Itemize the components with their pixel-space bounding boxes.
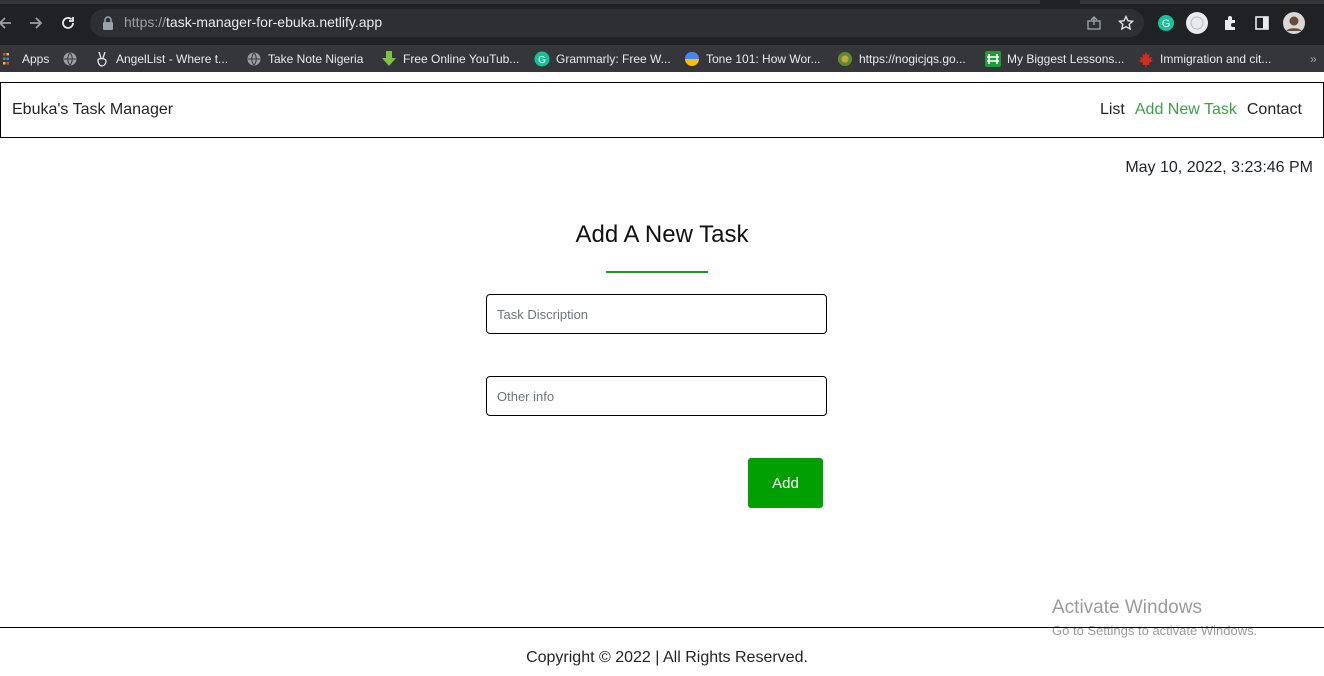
angellist-icon bbox=[94, 51, 110, 67]
other-info-input[interactable] bbox=[486, 376, 827, 416]
share-icon[interactable] bbox=[1083, 12, 1105, 34]
url-text[interactable]: https://task-manager-for-ebuka.netlify.a… bbox=[124, 14, 382, 30]
nav-link-list[interactable]: List bbox=[1100, 101, 1125, 119]
bookmark-angellist[interactable]: AngelList - Where t... bbox=[94, 45, 228, 72]
apps-grid-icon bbox=[0, 51, 16, 67]
brand-title[interactable]: Ebuka's Task Manager bbox=[12, 101, 173, 119]
grammarly-extension-icon[interactable]: G bbox=[1155, 12, 1177, 34]
bookmark-label: AngelList - Where t... bbox=[116, 51, 229, 66]
bookmark-take-note[interactable]: Take Note Nigeria bbox=[246, 45, 363, 72]
maple-leaf-icon bbox=[1138, 51, 1154, 67]
bookmark-biggest-lessons[interactable]: My Biggest Lessons... bbox=[985, 45, 1124, 72]
bookmarks-overflow-icon[interactable]: » bbox=[1310, 45, 1317, 72]
back-arrow-icon[interactable] bbox=[0, 12, 16, 34]
add-task-button[interactable]: Add bbox=[748, 458, 823, 508]
google-icon bbox=[684, 51, 700, 67]
forward-arrow-icon[interactable] bbox=[25, 12, 47, 34]
bookmark-label: My Biggest Lessons... bbox=[1007, 51, 1125, 66]
bookmark-immigration[interactable]: Immigration and cit... bbox=[1138, 45, 1271, 72]
watermark-subtitle: Go to Settings to activate Windows. bbox=[1052, 623, 1258, 638]
globe-icon bbox=[62, 51, 78, 67]
download-arrow-icon bbox=[381, 50, 397, 67]
bookmark-apps[interactable]: Apps bbox=[0, 45, 49, 72]
reload-icon[interactable] bbox=[57, 12, 79, 34]
svg-text:G: G bbox=[1162, 18, 1171, 30]
title-underline bbox=[606, 271, 708, 273]
url-host: task-manager-for-ebuka.netlify.app bbox=[166, 14, 383, 30]
crest-icon bbox=[837, 51, 853, 67]
bookmark-label: Tone 101: How Wor... bbox=[706, 51, 821, 66]
form-title: Add A New Task bbox=[575, 221, 749, 248]
watermark-title: Activate Windows bbox=[1052, 597, 1202, 618]
grammarly-icon: G bbox=[534, 51, 550, 67]
bookmark-label: Free Online YouTub... bbox=[403, 51, 520, 66]
task-description-input[interactable] bbox=[486, 294, 827, 334]
star-icon[interactable] bbox=[1115, 12, 1137, 34]
bookmark-tone-101[interactable]: Tone 101: How Wor... bbox=[684, 45, 821, 72]
footer-copyright: Copyright © 2022 | All Rights Reserved. bbox=[526, 649, 808, 666]
browser-toolbar: https://task-manager-for-ebuka.netlify.a… bbox=[0, 0, 1324, 45]
bookmark-grammarly[interactable]: G Grammarly: Free W... bbox=[534, 45, 671, 72]
bookmarks-bar: Apps AngelList - Where t... Take Note Ni… bbox=[0, 45, 1324, 72]
footer-divider bbox=[0, 627, 1324, 628]
bookmark-label: Apps bbox=[22, 51, 50, 66]
activate-windows-watermark: Activate Windows Go to Settings to activ… bbox=[1052, 597, 1257, 638]
nav-links: List Add New Task Contact bbox=[1100, 101, 1302, 119]
bookmark-globe[interactable] bbox=[62, 45, 78, 72]
extension-circle-icon[interactable] bbox=[1186, 12, 1208, 34]
url-scheme: https:// bbox=[124, 14, 167, 30]
bookmark-label: Grammarly: Free W... bbox=[556, 51, 671, 66]
tab-strip-right bbox=[1080, 0, 1324, 4]
tab-strip bbox=[0, 0, 1040, 4]
hashnode-icon bbox=[985, 50, 1001, 67]
top-navbar: Ebuka's Task Manager List Add New Task C… bbox=[0, 82, 1324, 138]
profile-avatar-icon[interactable] bbox=[1283, 12, 1305, 34]
svg-text:G: G bbox=[538, 55, 546, 66]
globe-icon bbox=[246, 51, 262, 67]
bookmark-label: https://nogicjqs.go... bbox=[859, 51, 966, 66]
lock-icon[interactable] bbox=[97, 12, 119, 34]
side-panel-icon[interactable] bbox=[1251, 12, 1273, 34]
bookmark-nogicjqs[interactable]: https://nogicjqs.go... bbox=[837, 45, 966, 72]
current-datetime: May 10, 2022, 3:23:46 PM bbox=[1125, 159, 1313, 176]
puzzle-extensions-icon[interactable] bbox=[1219, 12, 1241, 34]
bookmark-youtube-downloader[interactable]: Free Online YouTub... bbox=[381, 45, 519, 72]
bookmark-label: Immigration and cit... bbox=[1160, 51, 1272, 66]
nav-link-add-new-task[interactable]: Add New Task bbox=[1135, 101, 1237, 119]
nav-link-contact[interactable]: Contact bbox=[1247, 101, 1302, 119]
bookmark-label: Take Note Nigeria bbox=[268, 51, 364, 66]
